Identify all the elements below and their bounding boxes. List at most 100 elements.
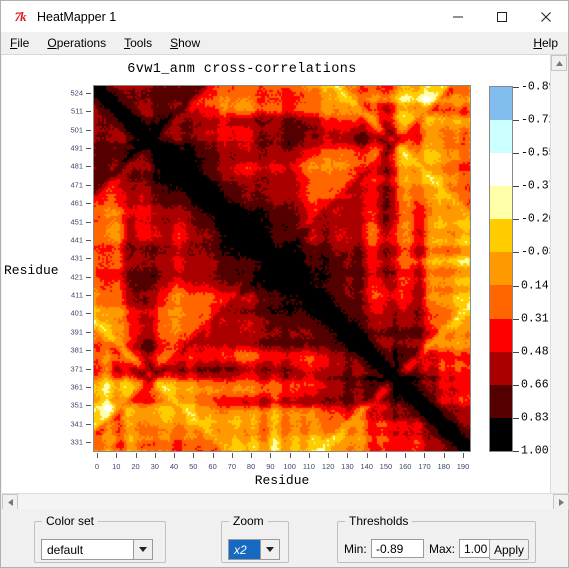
- x-tick-label: 20: [131, 462, 140, 471]
- y-tick-label: 431: [70, 253, 83, 263]
- y-tick-label: 441: [70, 235, 83, 245]
- x-tick-mark: [405, 453, 407, 458]
- y-tick-mark: [86, 423, 91, 425]
- plot-canvas[interactable]: 6vw1_anm cross-correlations Residue Resi…: [2, 55, 553, 510]
- colorbar-tick-label: 1.00: [521, 444, 549, 458]
- x-tick-label: 110: [302, 462, 315, 471]
- close-button[interactable]: [524, 1, 568, 32]
- menu-mnemonic-show: S: [170, 36, 179, 50]
- tk-logo-icon: 7k: [14, 8, 27, 24]
- apply-button[interactable]: Apply: [489, 539, 529, 560]
- menu-item-operations[interactable]: Operations: [38, 34, 115, 52]
- heatmap-plot-area[interactable]: [93, 85, 471, 452]
- x-tick-mark: [424, 453, 426, 458]
- zoom-group-label: Zoom: [229, 514, 268, 528]
- scroll-up-icon[interactable]: [551, 55, 567, 71]
- max-label: Max:: [429, 542, 456, 556]
- scroll-right-icon[interactable]: [553, 494, 569, 510]
- colorbar-tick-label: 0.48: [521, 345, 549, 359]
- y-tick-label: 381: [70, 345, 83, 355]
- x-tick-label: 80: [246, 462, 256, 471]
- colorbar-tick-label: -0.72: [521, 113, 553, 127]
- zoom-value[interactable]: x2: [228, 539, 260, 560]
- colorbar-tick-mark: [513, 417, 519, 419]
- x-tick-label: 50: [189, 462, 198, 471]
- colorbar-band: [490, 219, 512, 253]
- chevron-down-icon[interactable]: [133, 539, 153, 560]
- x-tick-mark: [308, 453, 310, 458]
- x-tick-mark: [270, 453, 272, 458]
- x-tick-label: 10: [112, 462, 121, 471]
- y-tick-mark: [86, 386, 91, 388]
- x-tick-mark: [212, 453, 214, 458]
- menu-item-help-label: elp: [541, 36, 558, 50]
- y-tick-mark: [86, 129, 91, 131]
- colorbar-band: [490, 285, 512, 319]
- colorbar-tick-mark: [513, 153, 519, 155]
- y-tick-mark: [86, 203, 91, 205]
- x-tick-label: 100: [283, 462, 296, 471]
- colorbar-band: [490, 351, 512, 385]
- colorbar-labels: -0.89 -0.72 -0.55 -0.37 -0.20 -0.03 0.14 0.31 0.…: [513, 81, 553, 458]
- chevron-down-icon[interactable]: [260, 539, 280, 560]
- y-tick-label: 361: [70, 382, 83, 392]
- colorbar-band: [490, 87, 512, 121]
- window-buttons: [436, 1, 568, 32]
- x-tick-mark: [463, 453, 464, 458]
- x-tick-label: 0: [94, 462, 100, 471]
- colorbar-band: [490, 120, 512, 154]
- menu-item-show[interactable]: Show: [161, 34, 209, 52]
- menu-item-help[interactable]: Help: [524, 34, 568, 52]
- y-tick-mark: [86, 166, 91, 168]
- menu-item-tools-label: ools: [130, 36, 153, 50]
- y-tick-mark: [86, 184, 91, 186]
- colorbar-tick-label: -0.55: [521, 146, 553, 160]
- heatmap-image[interactable]: [94, 86, 470, 451]
- colorset-value[interactable]: default: [41, 539, 133, 560]
- y-tick-mark: [86, 295, 91, 297]
- y-tick-label: 371: [70, 364, 83, 374]
- min-input[interactable]: -0.89: [371, 539, 424, 558]
- menu-item-file[interactable]: File: [1, 34, 38, 52]
- colorbar-tick-label: -0.03: [521, 245, 553, 259]
- zoom-combobox[interactable]: x2: [228, 539, 280, 560]
- colorbar-tick-mark: [513, 120, 519, 122]
- colorbar-tick-label: -0.20: [521, 212, 553, 226]
- y-tick-label: 411: [71, 290, 83, 300]
- menu-mnemonic-help: H: [533, 36, 542, 50]
- maximize-button[interactable]: [480, 1, 524, 32]
- colorbar-tick-label: 0.31: [521, 312, 549, 326]
- menu-bar: File Operations Tools Show Help: [1, 32, 568, 55]
- colorset-group-label: Color set: [42, 514, 99, 528]
- x-tick-mark: [116, 453, 118, 458]
- menu-item-tools[interactable]: Tools: [115, 34, 161, 52]
- x-tick-mark: [97, 453, 98, 458]
- x-tick-label: 150: [379, 462, 393, 471]
- colorbar-band: [490, 417, 512, 451]
- colorbar-band: [490, 186, 512, 220]
- y-tick-label: 501: [70, 125, 83, 135]
- y-tick-mark: [86, 148, 91, 150]
- colorbar-band: [490, 252, 512, 286]
- y-tick-mark: [86, 313, 91, 315]
- x-tick-mark: [251, 453, 253, 458]
- colorbar-tick-mark: [513, 351, 519, 353]
- y-tick-mark: [86, 111, 91, 113]
- horizontal-scrollbar[interactable]: [2, 493, 569, 510]
- y-tick-mark: [86, 221, 91, 223]
- y-tick-label: 524: [70, 88, 83, 98]
- y-tick-label: 421: [70, 272, 83, 282]
- x-tick-mark: [154, 453, 156, 458]
- y-tick-label: 491: [70, 143, 83, 153]
- x-tick-label: 190: [456, 462, 470, 471]
- y-tick-mark: [86, 331, 91, 333]
- colorbar-tick-mark: [513, 318, 519, 320]
- colorset-combobox[interactable]: default: [41, 539, 153, 560]
- x-tick-label: 60: [208, 462, 217, 471]
- x-tick-label: 40: [169, 462, 179, 471]
- min-label: Min:: [344, 542, 367, 556]
- vertical-scrollbar[interactable]: [550, 55, 567, 510]
- scroll-left-icon[interactable]: [2, 494, 18, 510]
- minimize-button[interactable]: [436, 1, 480, 32]
- x-tick-label: 180: [437, 462, 450, 471]
